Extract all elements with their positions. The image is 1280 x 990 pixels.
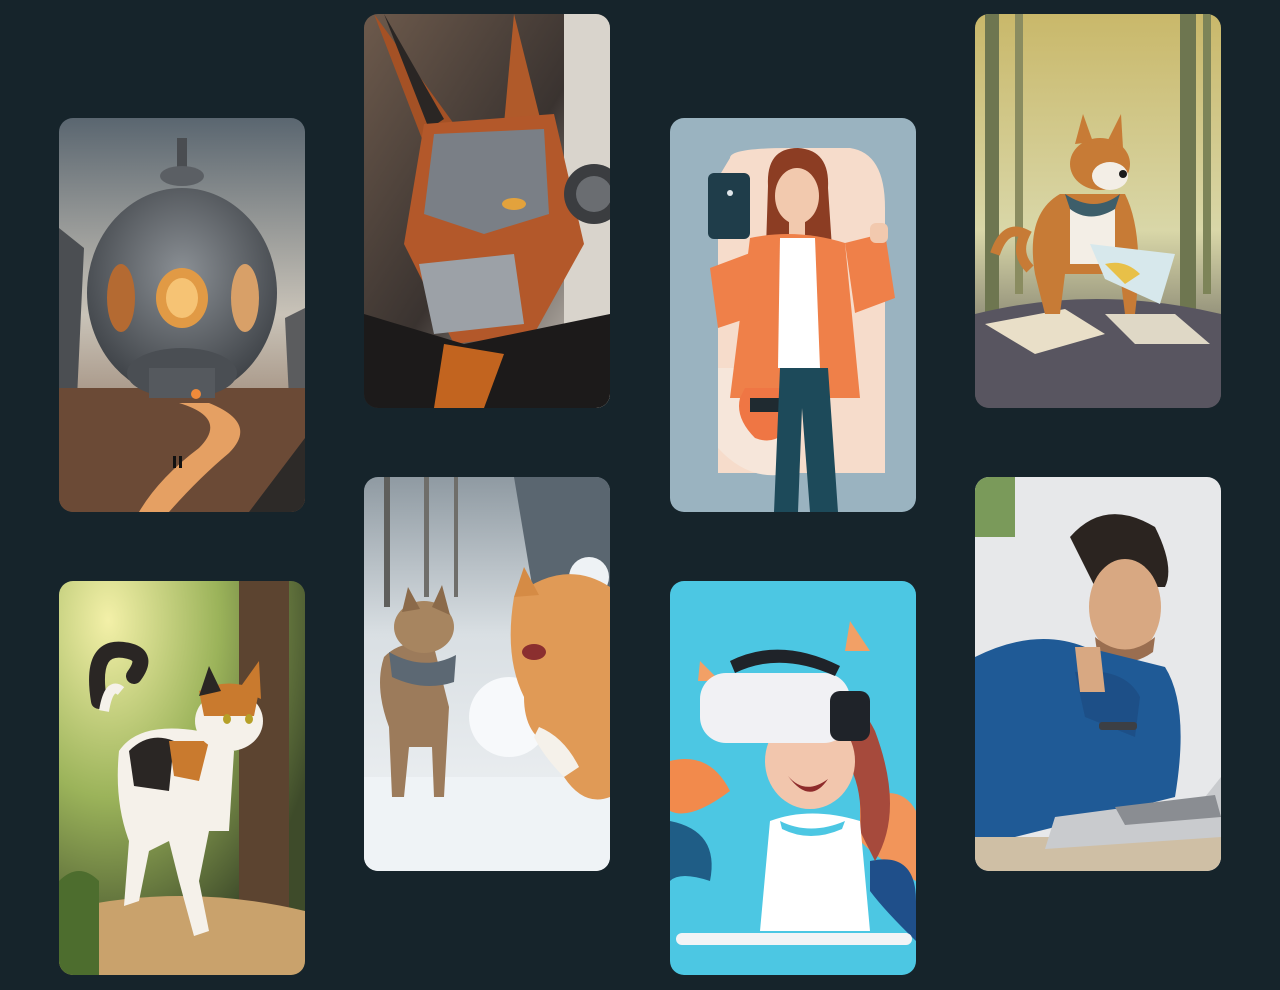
woman-vr-headset-illustration	[670, 581, 916, 975]
image-gallery	[0, 0, 1280, 990]
woman-holding-phone-illustration	[670, 118, 916, 512]
gallery-card-man-laptop[interactable]	[975, 477, 1221, 871]
calico-cat-walking-image	[59, 581, 305, 975]
gallery-card-robot-fox[interactable]	[364, 14, 610, 408]
man-thinking-at-laptop-image	[975, 477, 1221, 871]
gallery-card-calico-cat[interactable]	[59, 581, 305, 975]
gallery-card-cats-snowball[interactable]	[364, 477, 610, 871]
gallery-card-dog-map[interactable]	[975, 14, 1221, 408]
gallery-card-woman-vr[interactable]	[670, 581, 916, 975]
dog-with-map-in-forest-illustration	[975, 14, 1221, 408]
gallery-card-woman-phone[interactable]	[670, 118, 916, 512]
robot-fox-mask-image	[364, 14, 610, 408]
gallery-card-scifi-dome[interactable]	[59, 118, 305, 512]
sci-fi-dome-building-image	[59, 118, 305, 512]
two-cats-snowball-image	[364, 477, 610, 871]
